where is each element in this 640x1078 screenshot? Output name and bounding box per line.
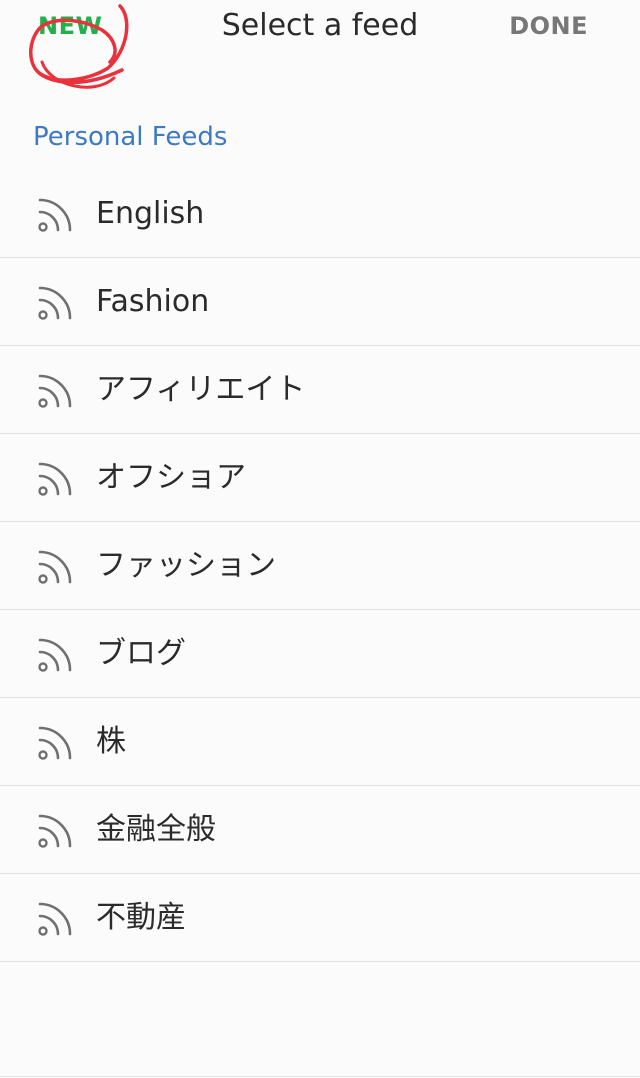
feed-row-blog[interactable]: ブログ <box>0 610 640 698</box>
nav-bar: NEW Select a feed DONE <box>0 0 640 89</box>
feed-label: 金融全般 <box>96 812 216 847</box>
feed-row-finance[interactable]: 金融全般 <box>0 786 640 874</box>
bottom-divider <box>0 1076 640 1077</box>
rss-icon <box>38 550 72 584</box>
feed-row-english[interactable]: English <box>0 170 640 258</box>
feed-row-offshore[interactable]: オフショア <box>0 434 640 522</box>
rss-icon <box>38 198 72 232</box>
feed-label: 株 <box>96 724 126 759</box>
feed-label: ファッション <box>96 548 276 583</box>
feed-list: English Fashion アフィリエイト オフショア ファッション ブログ… <box>0 170 640 962</box>
rss-icon <box>38 638 72 672</box>
rss-icon <box>38 286 72 320</box>
feed-row-stocks[interactable]: 株 <box>0 698 640 786</box>
feed-label: 不動産 <box>96 900 186 935</box>
section-header-personal-feeds: Personal Feeds <box>33 122 228 152</box>
feed-label: English <box>96 196 205 231</box>
rss-icon <box>38 462 72 496</box>
done-button[interactable]: DONE <box>509 12 588 40</box>
feed-label: アフィリエイト <box>96 372 306 407</box>
feed-row-real-estate[interactable]: 不動産 <box>0 874 640 962</box>
feed-label: Fashion <box>96 284 210 319</box>
feed-label: オフショア <box>96 460 246 495</box>
rss-icon <box>38 726 72 760</box>
feed-row-fashion[interactable]: Fashion <box>0 258 640 346</box>
feed-row-affiliate[interactable]: アフィリエイト <box>0 346 640 434</box>
feed-row-fashion-jp[interactable]: ファッション <box>0 522 640 610</box>
rss-icon <box>38 814 72 848</box>
rss-icon <box>38 374 72 408</box>
feed-label: ブログ <box>96 636 186 671</box>
rss-icon <box>38 902 72 936</box>
